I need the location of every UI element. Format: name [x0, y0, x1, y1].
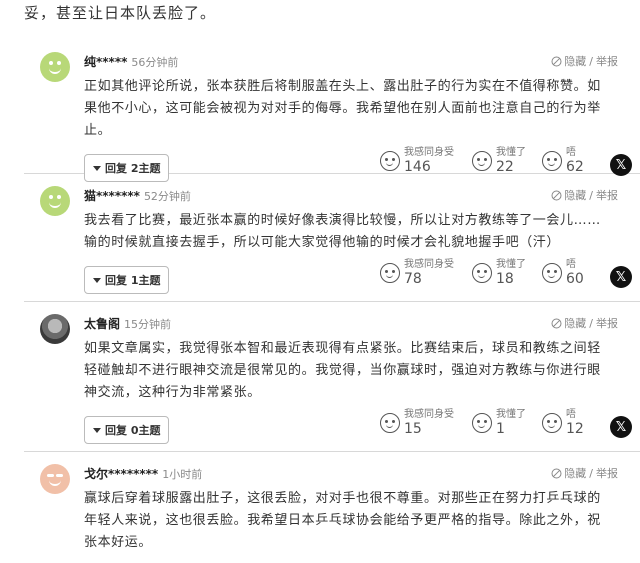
comment-footer: 回复 0主题 我感同身受 15 我懂了 1 唔 12 𝕏	[84, 404, 640, 454]
avatar[interactable]	[40, 186, 70, 216]
comment-header: 纯***** 56分钟前	[84, 53, 178, 70]
comment-text: 赢球后穿着球服露出肚子，这很丢脸，对对手也很不尊重。对那些正在努力打乒乓球的年轻…	[84, 491, 601, 550]
react-understand-button[interactable]: 我懂了 22	[472, 146, 526, 175]
react-wow-count: 12	[566, 421, 584, 437]
comment-actions: 隐藏 / 举报	[551, 53, 618, 69]
reply-label: 回复 1主题	[105, 274, 161, 287]
react-understand-count: 22	[496, 159, 514, 175]
hide-link[interactable]: 隐藏	[564, 315, 586, 331]
avatar[interactable]	[40, 314, 70, 344]
reply-toggle-button[interactable]: 回复 0主题	[84, 416, 170, 444]
separator: /	[589, 316, 593, 330]
caret-down-icon	[93, 165, 101, 171]
wow-icon	[542, 262, 562, 283]
caret-down-icon	[93, 427, 101, 433]
username[interactable]: 猫*******	[84, 187, 140, 204]
react-understand-label: 我懂了	[496, 259, 526, 270]
timestamp: 56分钟前	[131, 56, 179, 69]
react-understand-button[interactable]: 我懂了 18	[472, 258, 526, 287]
report-link[interactable]: 举报	[596, 53, 618, 69]
comment-item: 猫******* 52分钟前 隐藏 / 举报 我去看了比赛，最近张本赢的时候好像…	[24, 174, 640, 302]
react-understand-label: 我懂了	[496, 147, 526, 158]
react-same-button[interactable]: 我感同身受 78	[380, 258, 454, 287]
react-wow-count: 62	[566, 159, 584, 175]
hide-link[interactable]: 隐藏	[564, 53, 586, 69]
react-same-label: 我感同身受	[404, 147, 454, 158]
react-same-button[interactable]: 我感同身受 146	[380, 146, 454, 175]
empathy-icon	[380, 150, 400, 171]
x-share-icon[interactable]: 𝕏	[610, 416, 632, 438]
react-understand-button[interactable]: 我懂了 1	[472, 408, 526, 437]
understand-icon	[472, 262, 492, 283]
react-wow-button[interactable]: 唔 12	[542, 408, 584, 437]
avatar[interactable]	[40, 52, 70, 82]
empathy-icon	[380, 262, 400, 283]
comment-actions: 隐藏 / 举报	[551, 315, 618, 331]
reply-toggle-button[interactable]: 回复 1主题	[84, 266, 170, 294]
comment-header: 戈尔******** 1小时前	[84, 465, 202, 482]
react-same-count: 15	[404, 421, 422, 437]
react-understand-count: 18	[496, 271, 514, 287]
wow-icon	[542, 412, 562, 433]
react-same-button[interactable]: 我感同身受 15	[380, 408, 454, 437]
report-link[interactable]: 举报	[596, 187, 618, 203]
timestamp: 1小时前	[162, 468, 203, 481]
caret-down-icon	[93, 277, 101, 283]
react-same-label: 我感同身受	[404, 259, 454, 270]
comment-footer: 回复 1主题 我感同身受 78 我懂了 18 唔 60 𝕏	[84, 254, 640, 304]
wow-icon	[542, 150, 562, 171]
comment-list: 纯***** 56分钟前 隐藏 / 举报 正如其他评论所说，张本获胜后将制服盖在…	[24, 40, 640, 563]
reply-label: 回复 0主题	[105, 424, 161, 437]
separator: /	[589, 466, 593, 480]
hide-icon	[551, 190, 562, 200]
react-wow-button[interactable]: 唔 60	[542, 258, 584, 287]
understand-icon	[472, 150, 492, 171]
comment-text: 正如其他评论所说，张本获胜后将制服盖在头上、露出肚子的行为实在不值得称赞。如果他…	[84, 79, 601, 138]
react-wow-button[interactable]: 唔 62	[542, 146, 584, 175]
react-wow-count: 60	[566, 271, 584, 287]
comment-item: 纯***** 56分钟前 隐藏 / 举报 正如其他评论所说，张本获胜后将制服盖在…	[24, 40, 640, 182]
username[interactable]: 戈尔********	[84, 465, 158, 482]
comment-text: 如果文章属实，我觉得张本智和最近表现得有点紧张。比赛结束后，球员和教练之间轻轻碰…	[84, 341, 601, 400]
x-share-icon[interactable]: 𝕏	[610, 266, 632, 288]
understand-icon	[472, 412, 492, 433]
separator: /	[589, 188, 593, 202]
previous-comment-tail: 妥，甚至让日本队丢脸了。	[24, 4, 217, 22]
react-same-count: 146	[404, 159, 431, 175]
hide-icon	[551, 468, 562, 478]
react-wow-label: 唔	[566, 409, 576, 420]
separator: /	[589, 54, 593, 68]
comment-header: 猫******* 52分钟前	[84, 187, 191, 204]
react-wow-label: 唔	[566, 147, 576, 158]
comment-actions: 隐藏 / 举报	[551, 187, 618, 203]
report-link[interactable]: 举报	[596, 465, 618, 481]
comment-header: 太鲁阁 15分钟前	[84, 315, 171, 332]
empathy-icon	[380, 412, 400, 433]
username[interactable]: 纯*****	[84, 53, 127, 70]
timestamp: 52分钟前	[143, 190, 191, 203]
hide-icon	[551, 56, 562, 66]
timestamp: 15分钟前	[124, 318, 172, 331]
comment-item: 戈尔******** 1小时前 隐藏 / 举报 赢球后穿着球服露出肚子，这很丢脸…	[24, 452, 640, 563]
avatar[interactable]	[40, 464, 70, 494]
react-wow-label: 唔	[566, 259, 576, 270]
react-same-label: 我感同身受	[404, 409, 454, 420]
react-understand-label: 我懂了	[496, 409, 526, 420]
comment-text: 我去看了比赛，最近张本赢的时候好像表演得比较慢，所以让对方教练等了一会儿……输的…	[84, 213, 601, 250]
hide-link[interactable]: 隐藏	[564, 465, 586, 481]
hide-link[interactable]: 隐藏	[564, 187, 586, 203]
react-understand-count: 1	[496, 421, 505, 437]
react-same-count: 78	[404, 271, 422, 287]
username[interactable]: 太鲁阁	[84, 315, 120, 332]
comment-item: 太鲁阁 15分钟前 隐藏 / 举报 如果文章属实，我觉得张本智和最近表现得有点紧…	[24, 302, 640, 452]
x-share-icon[interactable]: 𝕏	[610, 154, 632, 176]
comment-actions: 隐藏 / 举报	[551, 465, 618, 481]
report-link[interactable]: 举报	[596, 315, 618, 331]
hide-icon	[551, 318, 562, 328]
